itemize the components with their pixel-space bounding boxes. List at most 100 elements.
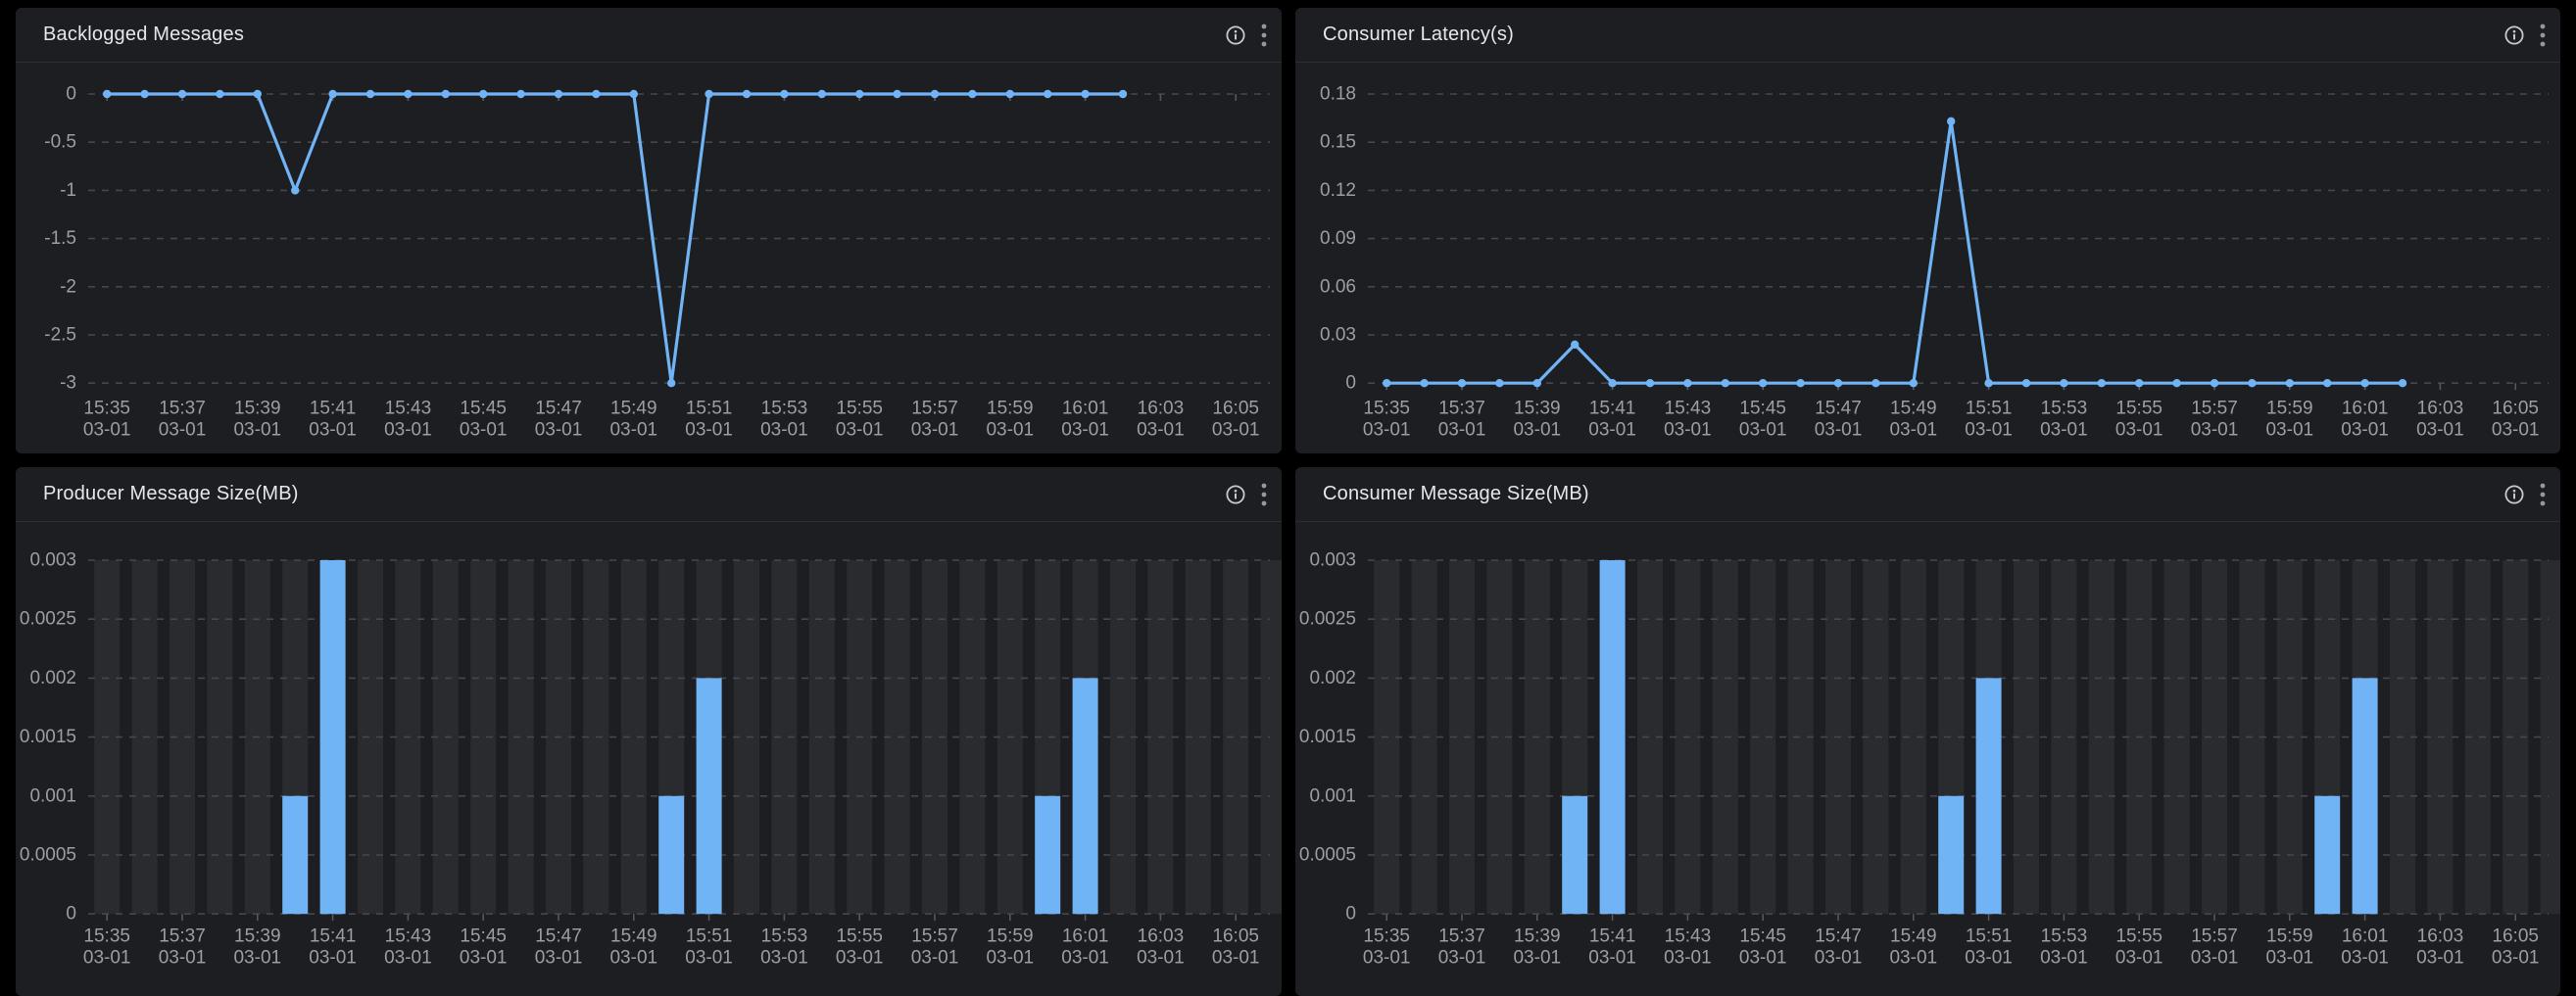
data-point[interactable] xyxy=(2248,379,2256,387)
data-point[interactable] xyxy=(1608,379,1616,387)
data-point[interactable] xyxy=(743,90,751,98)
svg-text:0.0005: 0.0005 xyxy=(1299,845,1356,866)
data-point[interactable] xyxy=(592,90,600,98)
data-point[interactable] xyxy=(2135,379,2143,387)
svg-text:03-01: 03-01 xyxy=(233,420,281,441)
data-point[interactable] xyxy=(1910,379,1918,387)
data-point[interactable] xyxy=(178,90,186,98)
svg-text:03-01: 03-01 xyxy=(836,948,884,969)
data-point[interactable] xyxy=(442,90,450,98)
consumer-message-size-chart[interactable]: 0.0030.00250.0020.00150.0010.0005015:350… xyxy=(1295,522,2560,976)
x-axis-ticks xyxy=(1386,914,2515,921)
data-point[interactable] xyxy=(1759,379,1767,387)
panel-title: Producer Message Size(MB) xyxy=(16,483,299,505)
data-point[interactable] xyxy=(1533,379,1541,387)
data-point[interactable] xyxy=(818,90,826,98)
data-point[interactable] xyxy=(2172,379,2180,387)
data-point[interactable] xyxy=(1119,90,1127,98)
data-point[interactable] xyxy=(1683,379,1691,387)
data-point[interactable] xyxy=(366,90,374,98)
data-point[interactable] xyxy=(1947,118,1955,125)
data-point[interactable] xyxy=(103,90,111,98)
y-axis-labels: 0.0030.00250.0020.00150.0010.00050 xyxy=(20,550,76,925)
data-point[interactable] xyxy=(931,90,939,98)
svg-text:15:37: 15:37 xyxy=(159,926,206,947)
svg-text:0.15: 0.15 xyxy=(1320,132,1356,153)
svg-text:03-01: 03-01 xyxy=(2115,948,2163,969)
data-point[interactable] xyxy=(1646,379,1654,387)
producer-message-size-chart[interactable]: 0.0030.00250.0020.00150.0010.00050 15:35 0… xyxy=(16,522,1282,976)
data-point[interactable] xyxy=(780,90,788,98)
svg-text:15:55: 15:55 xyxy=(836,926,883,947)
panel-title: Backlogged Messages xyxy=(16,24,244,46)
data-point[interactable] xyxy=(1044,90,1051,98)
data-point[interactable] xyxy=(1722,379,1729,387)
svg-text:15:53: 15:53 xyxy=(2041,399,2088,419)
data-point[interactable] xyxy=(2022,379,2030,387)
info-circle-icon[interactable] xyxy=(2503,24,2525,46)
backlogged-messages-chart[interactable]: 0-0.5-1-1.5-2-2.5-315:3503-0115:3703-011… xyxy=(16,63,1282,453)
data-point[interactable] xyxy=(1495,379,1503,387)
data-point[interactable] xyxy=(216,90,223,98)
info-circle-icon[interactable] xyxy=(1225,24,1246,46)
info-circle-icon[interactable] xyxy=(1225,484,1246,505)
data-point[interactable] xyxy=(1571,341,1579,349)
data-point[interactable] xyxy=(328,90,336,98)
consumer-latency-chart[interactable]: 0.180.150.120.090.060.03015:3503-0115:37… xyxy=(1295,63,2560,453)
data-point[interactable] xyxy=(516,90,524,98)
data-point[interactable] xyxy=(1458,379,1466,387)
data-point[interactable] xyxy=(705,90,712,98)
data-point[interactable] xyxy=(404,90,412,98)
gridlines xyxy=(88,94,1270,383)
data-point[interactable] xyxy=(893,90,900,98)
data-point[interactable] xyxy=(1796,379,1804,387)
svg-text:0: 0 xyxy=(66,84,76,105)
data-point[interactable] xyxy=(1006,90,1014,98)
svg-text:03-01: 03-01 xyxy=(233,948,281,969)
svg-text:03-01: 03-01 xyxy=(1438,948,1486,969)
line-series xyxy=(1383,118,2406,388)
data-point[interactable] xyxy=(968,90,976,98)
data-point[interactable] xyxy=(2211,379,2218,387)
svg-text:15:47: 15:47 xyxy=(535,926,582,947)
svg-text:03-01: 03-01 xyxy=(836,420,884,441)
data-point[interactable] xyxy=(1420,379,1428,387)
data-point[interactable] xyxy=(479,90,487,98)
data-point[interactable] xyxy=(291,186,299,194)
data-point[interactable] xyxy=(2286,379,2294,387)
data-point[interactable] xyxy=(855,90,863,98)
svg-text:03-01: 03-01 xyxy=(609,420,657,441)
data-point[interactable] xyxy=(2323,379,2331,387)
data-point[interactable] xyxy=(1834,379,1842,387)
panel-producer-message-size: Producer Message Size(MB) 0.0030.00250.0… xyxy=(16,467,1282,996)
svg-text:03-01: 03-01 xyxy=(309,420,357,441)
data-point[interactable] xyxy=(555,90,562,98)
data-point[interactable] xyxy=(667,379,675,387)
svg-text:0: 0 xyxy=(1345,904,1356,925)
data-point[interactable] xyxy=(254,90,262,98)
data-point[interactable] xyxy=(2098,379,2106,387)
svg-text:15:49: 15:49 xyxy=(610,399,657,419)
svg-text:15:35: 15:35 xyxy=(83,926,130,947)
data-point[interactable] xyxy=(1383,379,1390,387)
kebab-menu-icon[interactable] xyxy=(2539,22,2547,49)
svg-text:0.0025: 0.0025 xyxy=(20,609,76,630)
svg-text:15:55: 15:55 xyxy=(836,399,883,419)
data-point[interactable] xyxy=(2360,379,2368,387)
data-point[interactable] xyxy=(630,90,638,98)
data-point[interactable] xyxy=(1984,379,1992,387)
svg-text:03-01: 03-01 xyxy=(760,948,808,969)
svg-text:03-01: 03-01 xyxy=(986,420,1034,441)
info-circle-icon[interactable] xyxy=(2503,484,2525,505)
svg-text:03-01: 03-01 xyxy=(2040,948,2088,969)
data-point[interactable] xyxy=(2399,379,2406,387)
svg-text:16:01: 16:01 xyxy=(1062,399,1109,419)
kebab-menu-icon[interactable] xyxy=(1260,481,1268,508)
y-axis-labels: 0-0.5-1-1.5-2-2.5-3 xyxy=(44,84,76,394)
data-point[interactable] xyxy=(2060,379,2067,387)
kebab-menu-icon[interactable] xyxy=(1260,22,1268,49)
kebab-menu-icon[interactable] xyxy=(2539,481,2547,508)
data-point[interactable] xyxy=(1081,90,1089,98)
data-point[interactable] xyxy=(1871,379,1879,387)
data-point[interactable] xyxy=(140,90,148,98)
